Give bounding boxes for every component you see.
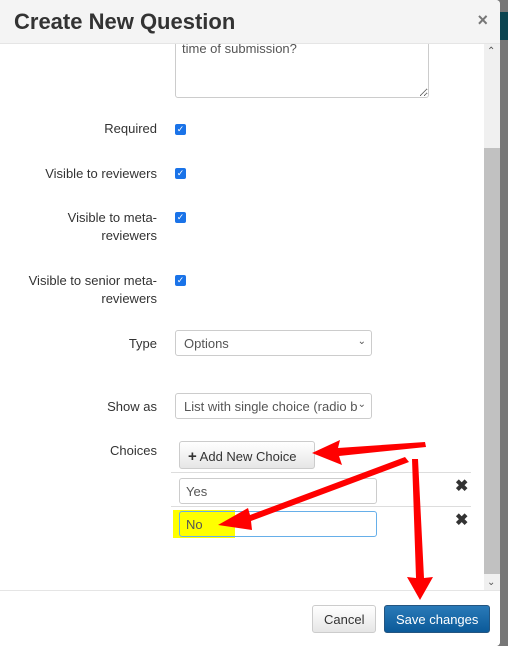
scroll-down-icon[interactable]: ⌄ <box>487 577 495 588</box>
plus-icon: + <box>188 448 197 465</box>
show-as-label: Show as <box>107 399 157 414</box>
close-icon[interactable]: × <box>477 10 488 31</box>
visible-reviewers-label: Visible to reviewers <box>45 166 157 181</box>
remove-choice-icon[interactable]: ✖ <box>455 476 468 496</box>
cancel-button[interactable]: Cancel <box>312 605 377 633</box>
modal-header: Create New Question × <box>0 0 500 44</box>
question-text-field[interactable] <box>175 44 429 98</box>
save-changes-button[interactable]: Save changes <box>384 605 491 633</box>
type-label: Type <box>128 336 157 351</box>
divider <box>171 472 471 473</box>
type-select[interactable]: Options ⌄ <box>175 330 372 356</box>
required-label: Required <box>104 121 157 136</box>
show-as-value: List with single choice (radio b <box>184 399 358 414</box>
modal-body: Required ✓ Visible to reviewers ✓ Visibl… <box>0 44 484 590</box>
show-as-select[interactable]: List with single choice (radio b ⌄ <box>175 393 372 419</box>
choice-input[interactable]: No <box>179 511 377 537</box>
scroll-up-icon[interactable]: ⌃ <box>487 46 495 57</box>
type-value: Options <box>184 336 229 351</box>
visible-meta-checkbox[interactable]: ✓ <box>175 212 186 223</box>
scrollbar-thumb[interactable] <box>484 148 500 574</box>
remove-choice-icon[interactable]: ✖ <box>455 510 468 530</box>
chevron-down-icon: ⌄ <box>357 336 366 347</box>
modal-footer: Cancel Save changes <box>0 590 500 646</box>
scrollbar[interactable]: ⌃ ⌄ <box>484 44 500 590</box>
create-question-modal: Create New Question × Required ✓ Visible… <box>0 0 500 646</box>
divider <box>171 506 471 507</box>
visible-meta-label: Visible to meta-reviewers <box>67 210 157 243</box>
choice-input[interactable]: Yes <box>179 478 377 504</box>
add-choice-label: Add New Choice <box>199 449 297 464</box>
visible-senior-checkbox[interactable]: ✓ <box>175 275 186 286</box>
choices-label: Choices <box>110 443 157 458</box>
visible-reviewers-checkbox[interactable]: ✓ <box>175 168 186 179</box>
chevron-down-icon: ⌄ <box>357 399 366 410</box>
add-choice-button[interactable]: + Add New Choice <box>179 441 315 469</box>
required-checkbox[interactable]: ✓ <box>175 124 186 135</box>
visible-senior-label: Visible to senior meta-reviewers <box>28 273 157 306</box>
modal-title: Create New Question <box>14 9 236 34</box>
